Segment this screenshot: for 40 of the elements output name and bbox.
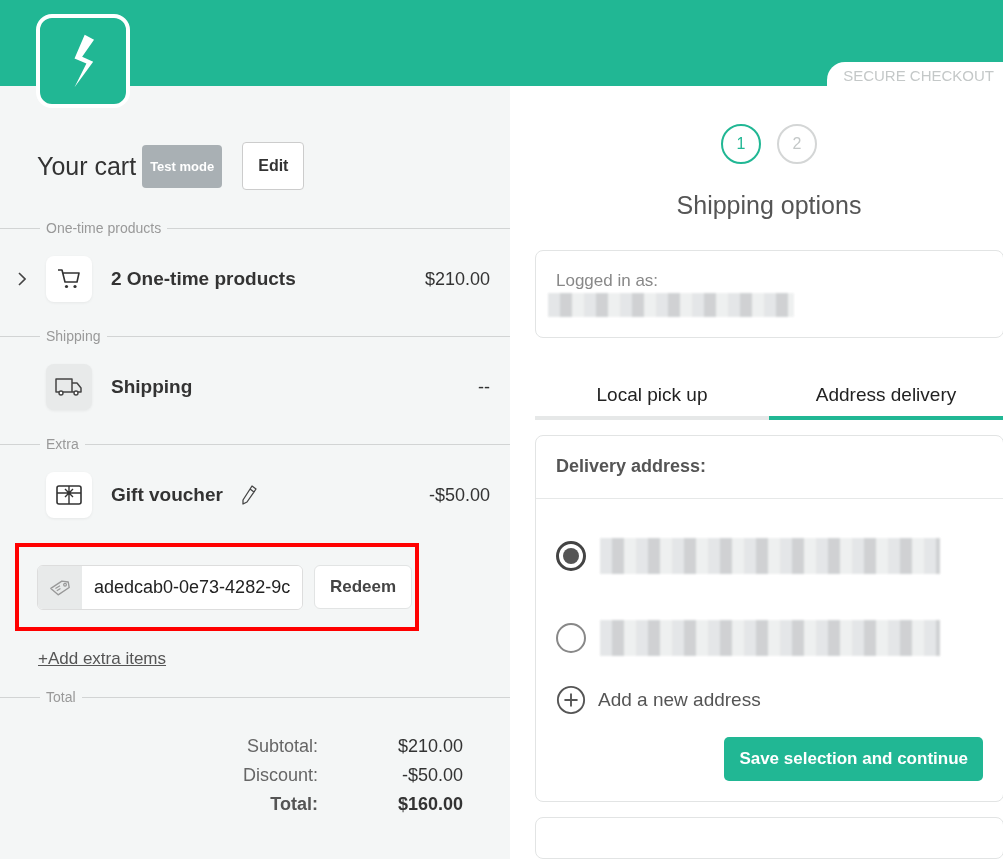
redeem-button[interactable]: Redeem [314, 565, 413, 609]
plus-circle-icon[interactable] [556, 685, 586, 715]
add-extra-items-link[interactable]: +Add extra items [38, 649, 167, 669]
cart-icon [57, 268, 81, 290]
total-value: -$50.00 [400, 765, 463, 786]
item-name: 2 One-time products [111, 268, 296, 290]
secure-checkout-label: SECURE CHECKOUT [827, 62, 1003, 86]
section-label: One-time products [40, 220, 168, 236]
delivery-title: Delivery address: [536, 436, 1003, 499]
test-mode-badge: Test mode [142, 144, 223, 188]
gift-card-icon [56, 485, 82, 505]
cart-title: Your cart [37, 151, 137, 181]
truck-icon [55, 377, 83, 397]
total-label: Subtotal: [245, 736, 318, 757]
voucher-code-field[interactable]: adedcab0-0e73-4282-9c [37, 564, 303, 610]
tab[interactable]: Address delivery [769, 376, 1003, 420]
tag-icon [49, 578, 71, 596]
total-value: $160.00 [396, 794, 463, 815]
pencil-icon[interactable] [240, 485, 257, 505]
item-price: -$50.00 [428, 484, 490, 506]
section-label: Shipping [40, 328, 107, 344]
radio-button[interactable] [556, 541, 586, 571]
section-label: Extra [40, 436, 85, 452]
section-label: Total [40, 689, 82, 705]
page-heading: Shipping options [675, 191, 863, 220]
logged-in-label: Logged in as: [556, 271, 659, 291]
add-address-link[interactable]: Add a new address [598, 689, 761, 711]
total-label: Total: [269, 794, 318, 815]
step-indicator: 2 [777, 124, 817, 164]
total-label: Discount: [242, 765, 318, 786]
step-indicator: 1 [721, 124, 761, 164]
edit-button[interactable]: Edit [242, 142, 305, 190]
item-price: -- [478, 376, 490, 398]
chevron-icon[interactable] [18, 272, 26, 286]
item-name: Gift voucher [111, 484, 223, 506]
tab[interactable]: Local pick up [535, 376, 769, 420]
radio-button[interactable] [556, 623, 586, 653]
item-name: Shipping [111, 376, 193, 398]
item-price: $210.00 [424, 268, 490, 290]
total-value: $210.00 [396, 736, 463, 757]
